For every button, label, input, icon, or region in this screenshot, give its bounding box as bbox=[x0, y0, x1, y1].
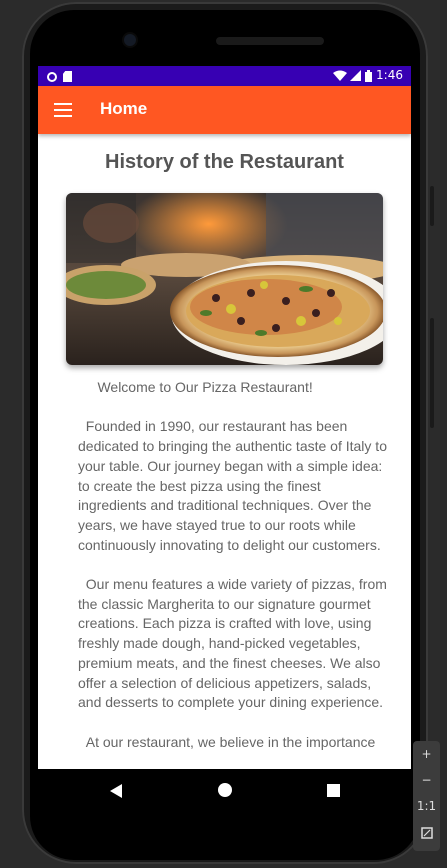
front-camera bbox=[124, 34, 136, 46]
emulator-zoom-panel: + − 1:1 bbox=[413, 741, 440, 851]
zoom-in-button[interactable]: + bbox=[413, 741, 440, 767]
notification-circle-icon bbox=[47, 71, 57, 82]
status-bar: 1:46 bbox=[38, 66, 411, 86]
zoom-one-to-one-button[interactable]: 1:1 bbox=[413, 793, 440, 819]
pizza-photo bbox=[66, 193, 383, 365]
status-time: 1:46 bbox=[376, 68, 403, 82]
sd-card-icon bbox=[63, 71, 72, 82]
system-nav-bar bbox=[38, 769, 411, 811]
earpiece-speaker bbox=[216, 37, 324, 45]
app-bar: Home bbox=[38, 86, 411, 134]
recents-icon[interactable] bbox=[327, 784, 340, 797]
home-icon[interactable] bbox=[218, 783, 232, 797]
volume-button bbox=[430, 318, 434, 428]
app-bar-title: Home bbox=[100, 99, 148, 118]
back-icon[interactable] bbox=[110, 784, 122, 798]
page-title: History of the Restaurant bbox=[105, 151, 344, 173]
zoom-out-button[interactable]: − bbox=[413, 767, 440, 793]
battery-icon bbox=[365, 69, 373, 82]
hamburger-menu-icon[interactable] bbox=[54, 103, 72, 117]
device-screen: 1:46 Home History of the Restaurant Welc… bbox=[38, 66, 411, 769]
fit-screen-icon[interactable] bbox=[413, 819, 440, 845]
wifi-icon bbox=[332, 70, 347, 81]
cell-signal-icon bbox=[350, 70, 362, 81]
side-button bbox=[430, 186, 434, 226]
history-body-text: Welcome to Our Pizza Restaurant! Founded… bbox=[78, 379, 387, 750]
